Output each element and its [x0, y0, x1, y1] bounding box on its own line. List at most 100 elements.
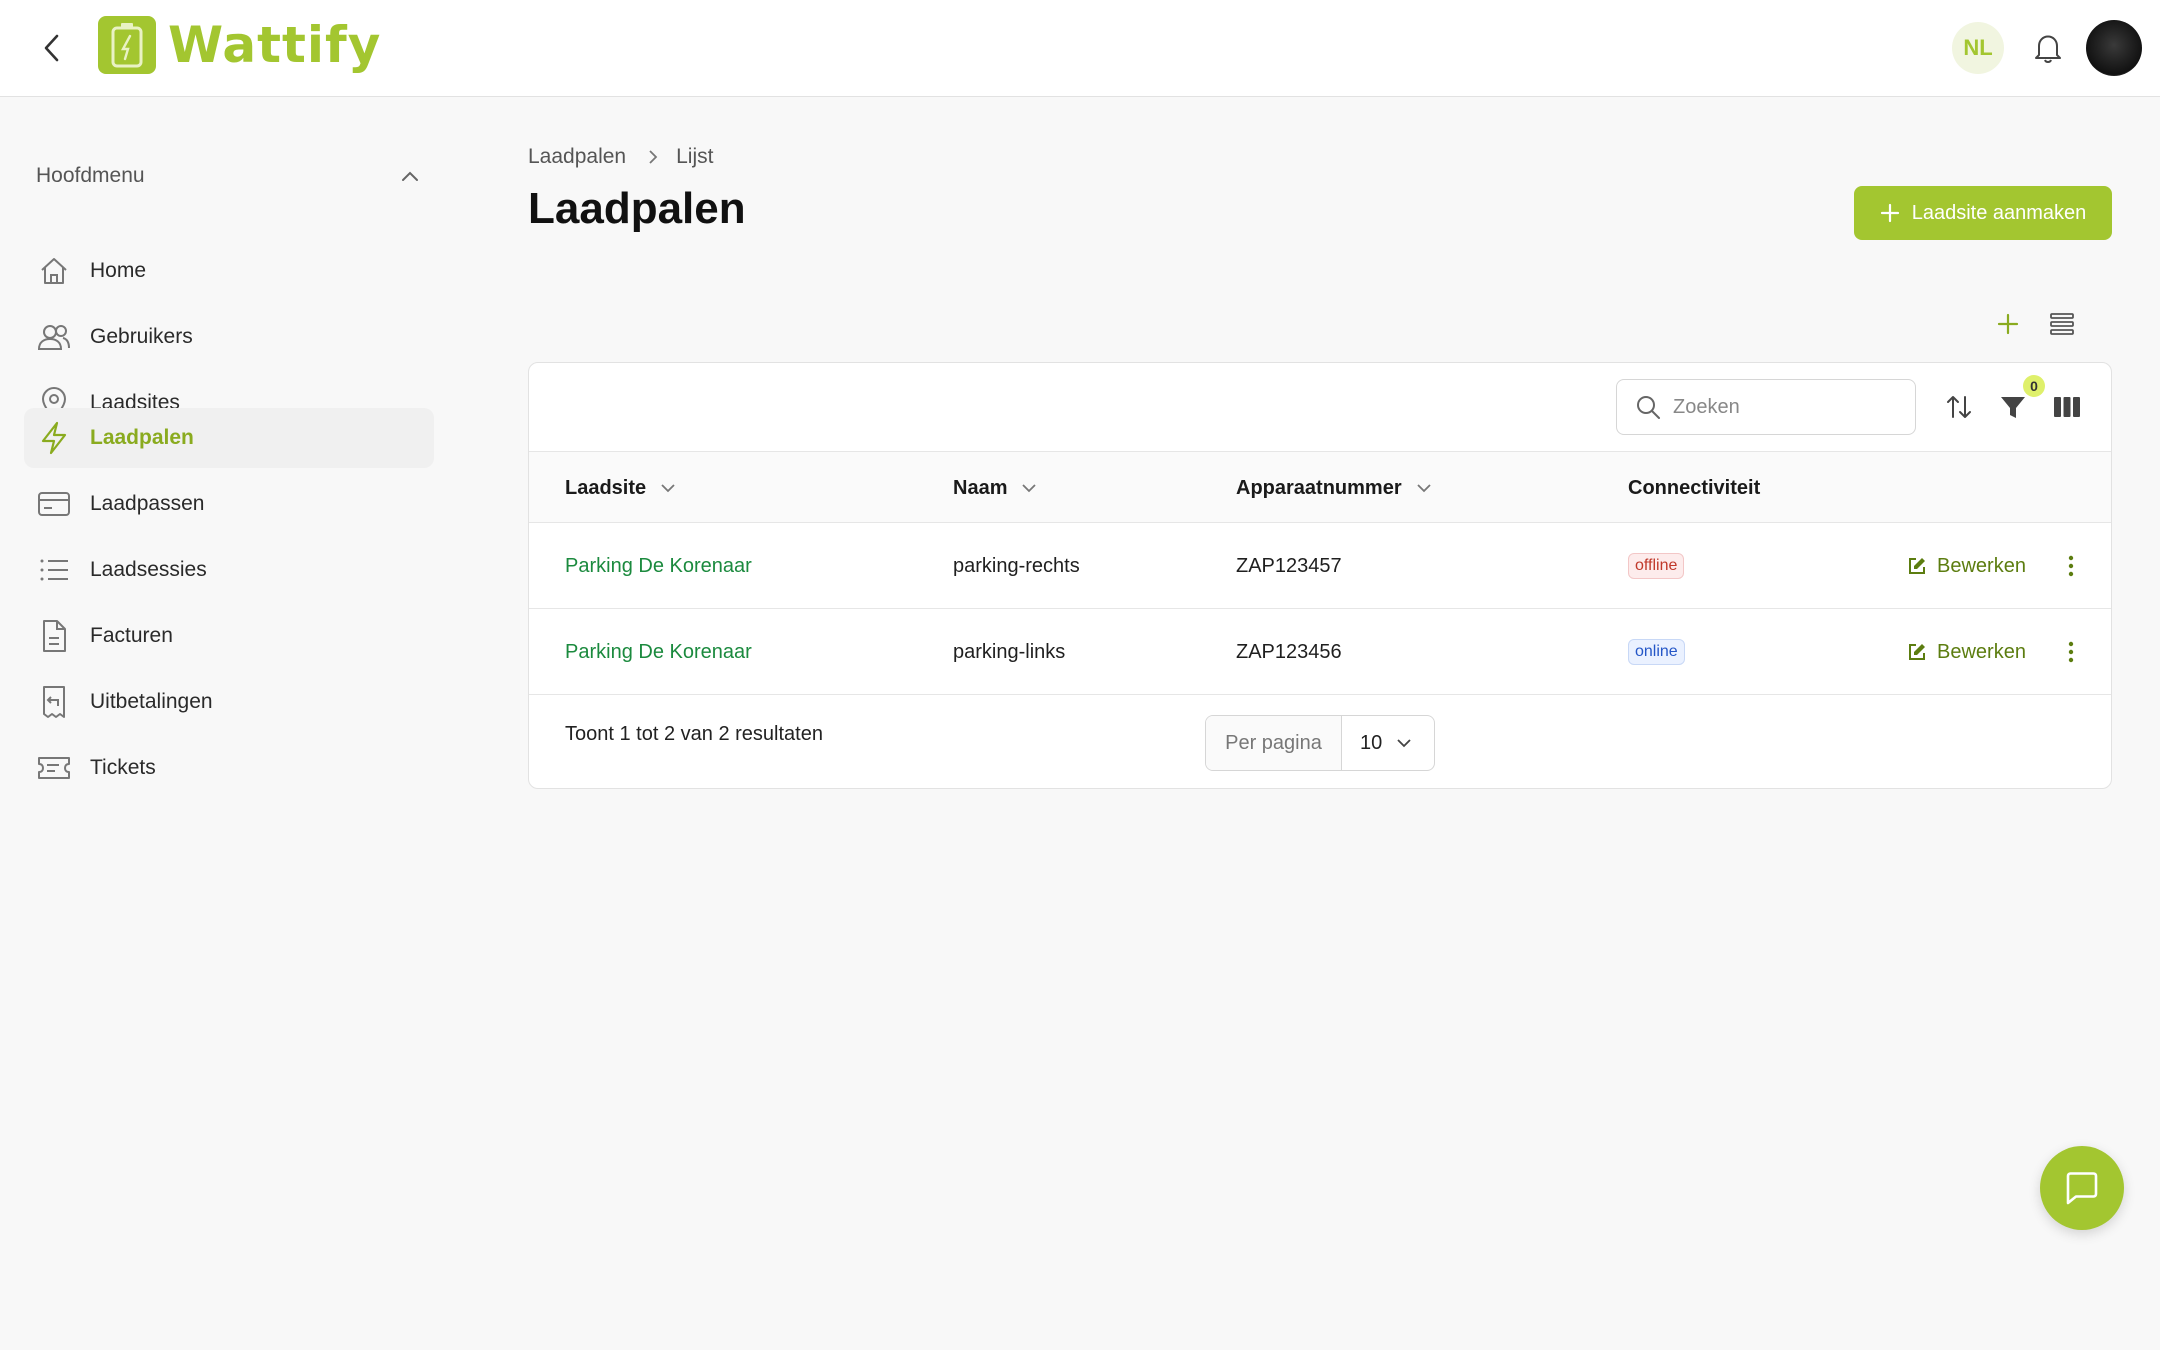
top-bar: Wattify NL: [0, 0, 2160, 97]
results-summary: Toont 1 tot 2 van 2 resultaten: [565, 723, 823, 745]
list-icon: [36, 552, 72, 588]
chevron-left-icon: [44, 34, 59, 62]
naam-cell: parking-links: [953, 640, 1066, 663]
sidebar: Hoofdmenu Home Gebruikers Laadsites Laad…: [0, 98, 450, 1350]
main-menu-title: Hoofdmenu: [36, 164, 145, 187]
chevron-down-icon: [1021, 483, 1037, 493]
column-header-naam[interactable]: Naam: [953, 452, 1037, 524]
sidebar-item-facturen[interactable]: Facturen: [24, 606, 434, 666]
column-header-laadsite[interactable]: Laadsite: [565, 452, 676, 524]
charger-table-card: 0 Laadsite Naam Apparaatnummer Connectiv…: [528, 362, 2112, 789]
sidebar-item-uitbetalingen[interactable]: Uitbetalingen: [24, 672, 434, 732]
language-switcher[interactable]: NL: [1952, 22, 2004, 74]
columns-icon: [2054, 397, 2080, 417]
more-vertical-icon: [2068, 641, 2074, 663]
sidebar-item-home[interactable]: Home: [24, 241, 434, 301]
edit-button-label: Bewerken: [1937, 554, 2026, 577]
column-header-apparaatnummer[interactable]: Apparaatnummer: [1236, 452, 1432, 524]
chevron-right-icon: [648, 149, 658, 165]
table-header: Laadsite Naam Apparaatnummer Connectivit…: [529, 451, 2111, 524]
column-label: Laadsite: [565, 476, 647, 499]
laadsite-link[interactable]: Parking De Korenaar: [565, 523, 752, 609]
user-avatar[interactable]: [2086, 20, 2142, 76]
column-label: Apparaatnummer: [1236, 476, 1402, 499]
sidebar-item-laadpalen[interactable]: Laadpalen: [24, 408, 434, 468]
battery-logo-icon: [98, 16, 156, 74]
filter-button[interactable]: [1995, 389, 2031, 425]
bell-icon: [2035, 35, 2061, 63]
page-title: Laadpalen: [528, 184, 746, 233]
sidebar-item-laadpassen[interactable]: Laadpassen: [24, 474, 434, 534]
edit-icon: [1907, 642, 1927, 662]
sidebar-item-label: Laadpassen: [90, 492, 205, 515]
chevron-down-icon: [660, 483, 676, 493]
plus-icon: [1880, 203, 1900, 223]
chevron-up-icon: [402, 171, 418, 181]
breadcrumb-item[interactable]: Laadpalen: [528, 145, 626, 169]
list-view-button[interactable]: [2046, 308, 2078, 340]
laadsite-link[interactable]: Parking De Korenaar: [565, 609, 752, 695]
sidebar-item-tickets[interactable]: Tickets: [24, 738, 434, 798]
document-icon: [36, 618, 72, 654]
status-badge: offline: [1628, 553, 1685, 579]
search-icon: [1637, 396, 1660, 419]
table-row: Parking De Korenaar parking-links ZAP123…: [529, 609, 2111, 695]
create-button-label: Laadsite aanmaken: [1911, 201, 2087, 224]
home-icon: [36, 253, 72, 289]
sort-button[interactable]: [1941, 389, 1977, 425]
column-label: Naam: [953, 476, 1008, 499]
per-page-control: Per pagina 10: [1205, 715, 1435, 771]
sidebar-item-label: Gebruikers: [90, 325, 193, 348]
breadcrumb: Laadpalen Lijst: [528, 145, 713, 169]
edit-icon: [1907, 556, 1927, 576]
per-page-label: Per pagina: [1206, 716, 1342, 770]
add-button[interactable]: [1992, 308, 2024, 340]
sidebar-item-label: Tickets: [90, 756, 156, 779]
list-view-icon: [2050, 313, 2074, 335]
notifications-button[interactable]: [2028, 28, 2068, 68]
sidebar-item-label: Home: [90, 259, 147, 282]
filter-icon: [2001, 397, 2025, 418]
chevron-down-icon: [1416, 483, 1432, 493]
receipt-icon: [36, 684, 72, 720]
breadcrumb-item: Lijst: [676, 145, 714, 168]
sidebar-item-label: Uitbetalingen: [90, 690, 213, 713]
edit-button[interactable]: Bewerken: [1907, 548, 2026, 584]
connectiviteit-cell: offline: [1628, 523, 1685, 609]
create-laadsite-button[interactable]: Laadsite aanmaken: [1854, 186, 2112, 240]
sidebar-item-gebruikers[interactable]: Gebruikers: [24, 307, 434, 367]
users-icon: [36, 319, 72, 355]
lightning-icon: [36, 420, 72, 456]
naam-cell: parking-rechts: [953, 554, 1080, 577]
per-page-select[interactable]: 10: [1342, 716, 1434, 770]
connectiviteit-cell: online: [1628, 609, 1685, 695]
more-actions-button[interactable]: [2055, 548, 2087, 584]
search-input[interactable]: [1673, 395, 1893, 419]
chevron-down-icon: [1396, 738, 1412, 748]
sidebar-item-label: Facturen: [90, 624, 173, 647]
chat-button[interactable]: [2040, 1146, 2124, 1230]
columns-button[interactable]: [2049, 389, 2085, 425]
chat-icon: [2066, 1172, 2098, 1205]
card-icon: [36, 486, 72, 522]
filter-count-badge: 0: [2023, 375, 2045, 397]
edit-button[interactable]: Bewerken: [1907, 634, 2026, 670]
sidebar-item-label: Laadpalen: [90, 426, 194, 449]
more-actions-button[interactable]: [2055, 634, 2087, 670]
app-name: Wattify: [168, 16, 382, 74]
sidebar-item-label: Laadsessies: [90, 558, 207, 581]
status-badge: online: [1628, 639, 1685, 665]
back-button[interactable]: [36, 28, 68, 68]
apparaatnummer-cell: ZAP123457: [1236, 554, 1342, 577]
edit-button-label: Bewerken: [1937, 640, 2026, 663]
table-row: Parking De Korenaar parking-rechts ZAP12…: [529, 523, 2111, 609]
apparaatnummer-cell: ZAP123456: [1236, 640, 1342, 663]
search-field: [1616, 379, 1916, 435]
column-label: Connectiviteit: [1628, 476, 1761, 499]
main-menu-toggle[interactable]: Hoofdmenu: [36, 160, 420, 192]
sort-icon: [1947, 396, 1971, 418]
app-logo[interactable]: Wattify: [98, 15, 381, 75]
ticket-icon: [36, 750, 72, 786]
sidebar-item-laadsessies[interactable]: Laadsessies: [24, 540, 434, 600]
more-vertical-icon: [2068, 555, 2074, 577]
